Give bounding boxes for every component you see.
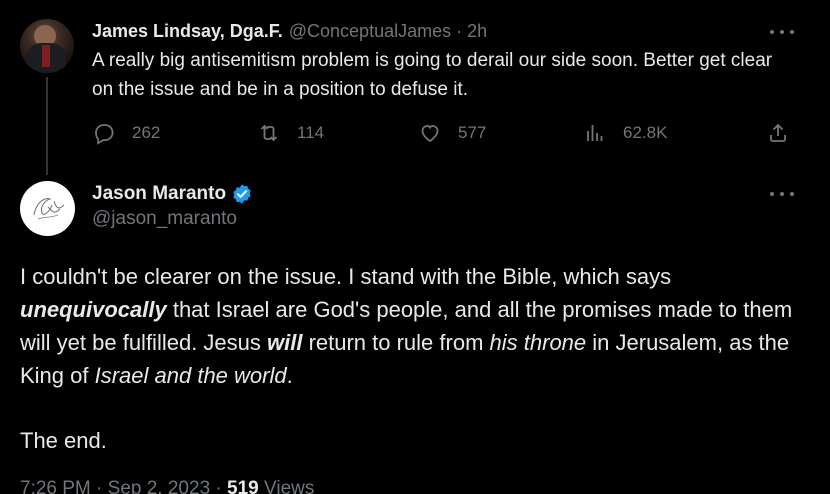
signature-logo (33, 198, 65, 220)
reply-count: 262 (132, 123, 161, 142)
meta-separator: · (96, 478, 103, 494)
repost-icon (260, 124, 278, 142)
share-icon (770, 123, 786, 142)
tweet1-actions: 262 114 577 62.8K (92, 118, 792, 148)
like-count: 577 (458, 123, 487, 142)
like-icon (421, 125, 439, 143)
tweet2-text-italic: his throne (489, 330, 587, 355)
tweet2-date[interactable]: Sep 2, 2023 (108, 478, 210, 494)
reply-button[interactable]: 262 (92, 118, 160, 148)
tweet2-text-emphasis: unequivocally (20, 297, 167, 322)
avatar-jason-maranto[interactable] (20, 181, 75, 236)
views-button[interactable]: 62.8K (583, 118, 667, 148)
tweet2-text-italic: Israel and the world (94, 363, 287, 388)
tweet2-text-emphasis: will (267, 330, 303, 355)
tweet2-views-count: 519 (227, 478, 259, 494)
tweet2-meta: 7:26 PM · Sep 2, 2023 · 519 Views (20, 478, 314, 494)
tweet1-separator: · (456, 20, 463, 41)
tweet2-views-label: Views (264, 478, 315, 494)
avatar-james-lindsay[interactable] (20, 19, 74, 73)
like-button[interactable]: 577 (418, 118, 486, 148)
views-count: 62.8K (623, 123, 668, 142)
tweet2-text: I couldn't be clearer on the issue. I st… (20, 260, 810, 392)
tweet1-author-name[interactable]: James Lindsay, Dga.F. (92, 21, 283, 42)
thread-connector-line (46, 77, 48, 175)
tweet2-handle[interactable]: @jason_maranto (92, 208, 237, 230)
tweet2-text-end: The end. (20, 428, 107, 453)
share-button[interactable] (766, 118, 790, 148)
tweet1-handle[interactable]: @ConceptualJames (289, 21, 451, 42)
tweet2-more-icon[interactable] (770, 190, 794, 198)
verified-badge-icon[interactable] (231, 183, 253, 205)
reply-icon (95, 124, 114, 145)
tweet1-time[interactable]: 2h (467, 21, 487, 42)
repost-button[interactable]: 114 (257, 118, 324, 148)
tweet1-more-icon[interactable] (770, 28, 794, 36)
tweet2-name-row: Jason Maranto (92, 181, 253, 207)
tweet2-author-name[interactable]: Jason Maranto (92, 183, 226, 205)
meta-separator: · (215, 478, 222, 494)
tweet1-text: A really big antisemitism problem is goi… (92, 50, 773, 100)
tweet2-text-segment: . (286, 363, 293, 388)
repost-count: 114 (297, 123, 325, 142)
tweet2-text-segment: return to rule from (302, 330, 490, 355)
tweet2-time[interactable]: 7:26 PM (20, 478, 91, 494)
views-icon (587, 125, 603, 141)
tweet1-header: James Lindsay, Dga.F. @ConceptualJames ·… (92, 19, 487, 43)
tweet2-text-segment: I couldn't be clearer on the issue. I st… (20, 264, 672, 289)
